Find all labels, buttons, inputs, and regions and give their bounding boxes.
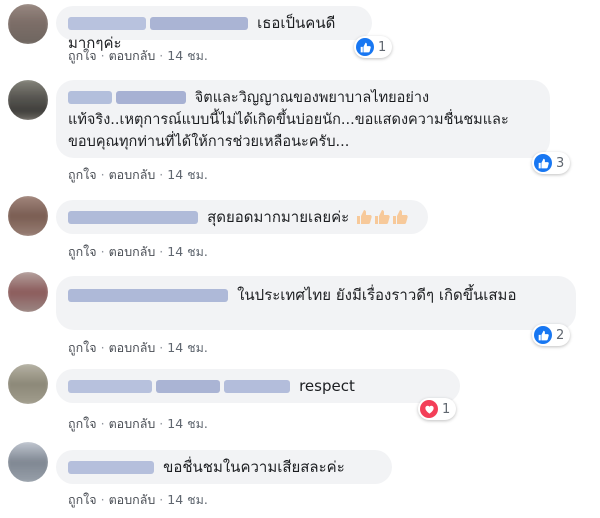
like-link[interactable]: ถูกใจ bbox=[68, 340, 97, 355]
avatar[interactable] bbox=[8, 364, 48, 404]
comment-bubble: ในประเทศไทย ยังมีเรื่องราวดีๆ เกิดขึ้นเส… bbox=[56, 276, 576, 330]
reply-link[interactable]: ตอบกลับ bbox=[109, 167, 156, 182]
like-link[interactable]: ถูกใจ bbox=[68, 167, 97, 182]
reply-link[interactable]: ตอบกลับ bbox=[109, 244, 156, 259]
thumbs-up-emoji bbox=[374, 209, 391, 225]
reaction-count[interactable]: 2 bbox=[532, 324, 571, 346]
timestamp[interactable]: 14 ชม. bbox=[167, 167, 208, 182]
comment-bubble: ขอชื่นชมในความเสียสละค่ะ bbox=[56, 450, 392, 484]
reply-link[interactable]: ตอบกลับ bbox=[109, 492, 156, 507]
thumbs-up-emoji bbox=[356, 209, 373, 225]
avatar[interactable] bbox=[8, 4, 48, 44]
like-link[interactable]: ถูกใจ bbox=[68, 48, 97, 63]
comment-text: ในประเทศไทย ยังมีเรื่องราวดีๆ เกิดขึ้นเส… bbox=[237, 286, 517, 304]
comment-actions: ถูกใจ · ตอบกลับ · 14 ชม. bbox=[68, 340, 208, 355]
reaction-count-value: 2 bbox=[556, 327, 565, 343]
reaction-count-value: 1 bbox=[442, 401, 451, 417]
commenter-name-blurred[interactable] bbox=[150, 17, 248, 30]
commenter-name-blurred[interactable] bbox=[68, 461, 154, 474]
comment-text: สุดยอดมากมายเลยค่ะ bbox=[207, 208, 350, 226]
thumbs-up-icon bbox=[356, 38, 374, 56]
commenter-name-blurred[interactable] bbox=[156, 380, 220, 393]
avatar[interactable] bbox=[8, 272, 48, 312]
avatar[interactable] bbox=[8, 80, 48, 120]
commenter-name-blurred[interactable] bbox=[68, 289, 228, 302]
commenter-name-blurred[interactable] bbox=[68, 380, 152, 393]
like-link[interactable]: ถูกใจ bbox=[68, 244, 97, 259]
comment-actions: ถูกใจ · ตอบกลับ · 14 ชม. bbox=[68, 244, 208, 259]
reaction-count[interactable]: 3 bbox=[532, 152, 571, 174]
comment-text: ขอชื่นชมในความเสียสละค่ะ bbox=[163, 458, 345, 476]
commenter-name-blurred[interactable] bbox=[68, 91, 112, 104]
comment-actions: ถูกใจ · ตอบกลับ · 14 ชม. bbox=[68, 416, 208, 431]
commenter-name-blurred[interactable] bbox=[68, 17, 146, 30]
like-link[interactable]: ถูกใจ bbox=[68, 416, 97, 431]
reply-link[interactable]: ตอบกลับ bbox=[109, 340, 156, 355]
reaction-count-value: 3 bbox=[556, 155, 565, 171]
comment-bubble: เธอเป็นคนดีมากๆค่ะ bbox=[56, 6, 372, 52]
comment-bubble: สุดยอดมากมายเลยค่ะ bbox=[56, 200, 428, 234]
reply-link[interactable]: ตอบกลับ bbox=[109, 416, 156, 431]
comment-bubble: respect bbox=[56, 369, 460, 403]
heart-icon bbox=[420, 400, 438, 418]
thumbs-up-emoji bbox=[392, 209, 409, 225]
comment-actions: ถูกใจ · ตอบกลับ · 14 ชม. bbox=[68, 492, 208, 507]
timestamp[interactable]: 14 ชม. bbox=[167, 48, 208, 63]
timestamp[interactable]: 14 ชม. bbox=[167, 244, 208, 259]
thumbs-up-icon bbox=[534, 326, 552, 344]
comment-text: respect bbox=[299, 377, 355, 395]
avatar[interactable] bbox=[8, 442, 48, 482]
comment-actions: ถูกใจ · ตอบกลับ · 14 ชม. bbox=[68, 48, 208, 63]
timestamp[interactable]: 14 ชม. bbox=[167, 416, 208, 431]
reaction-count-value: 1 bbox=[378, 39, 387, 55]
reply-link[interactable]: ตอบกลับ bbox=[109, 48, 156, 63]
like-link[interactable]: ถูกใจ bbox=[68, 492, 97, 507]
avatar[interactable] bbox=[8, 196, 48, 236]
commenter-name-blurred[interactable] bbox=[116, 91, 186, 104]
timestamp[interactable]: 14 ชม. bbox=[167, 340, 208, 355]
thumbs-up-icon bbox=[534, 154, 552, 172]
reaction-count[interactable]: 1 bbox=[354, 36, 393, 58]
commenter-name-blurred[interactable] bbox=[68, 211, 198, 224]
comment-actions: ถูกใจ · ตอบกลับ · 14 ชม. bbox=[68, 167, 208, 182]
comment-bubble: จิตและวิญญาณของพยาบาลไทยอย่างแท้จริง..เห… bbox=[56, 80, 550, 158]
timestamp[interactable]: 14 ชม. bbox=[167, 492, 208, 507]
commenter-name-blurred[interactable] bbox=[224, 380, 290, 393]
reaction-count[interactable]: 1 bbox=[418, 398, 457, 420]
